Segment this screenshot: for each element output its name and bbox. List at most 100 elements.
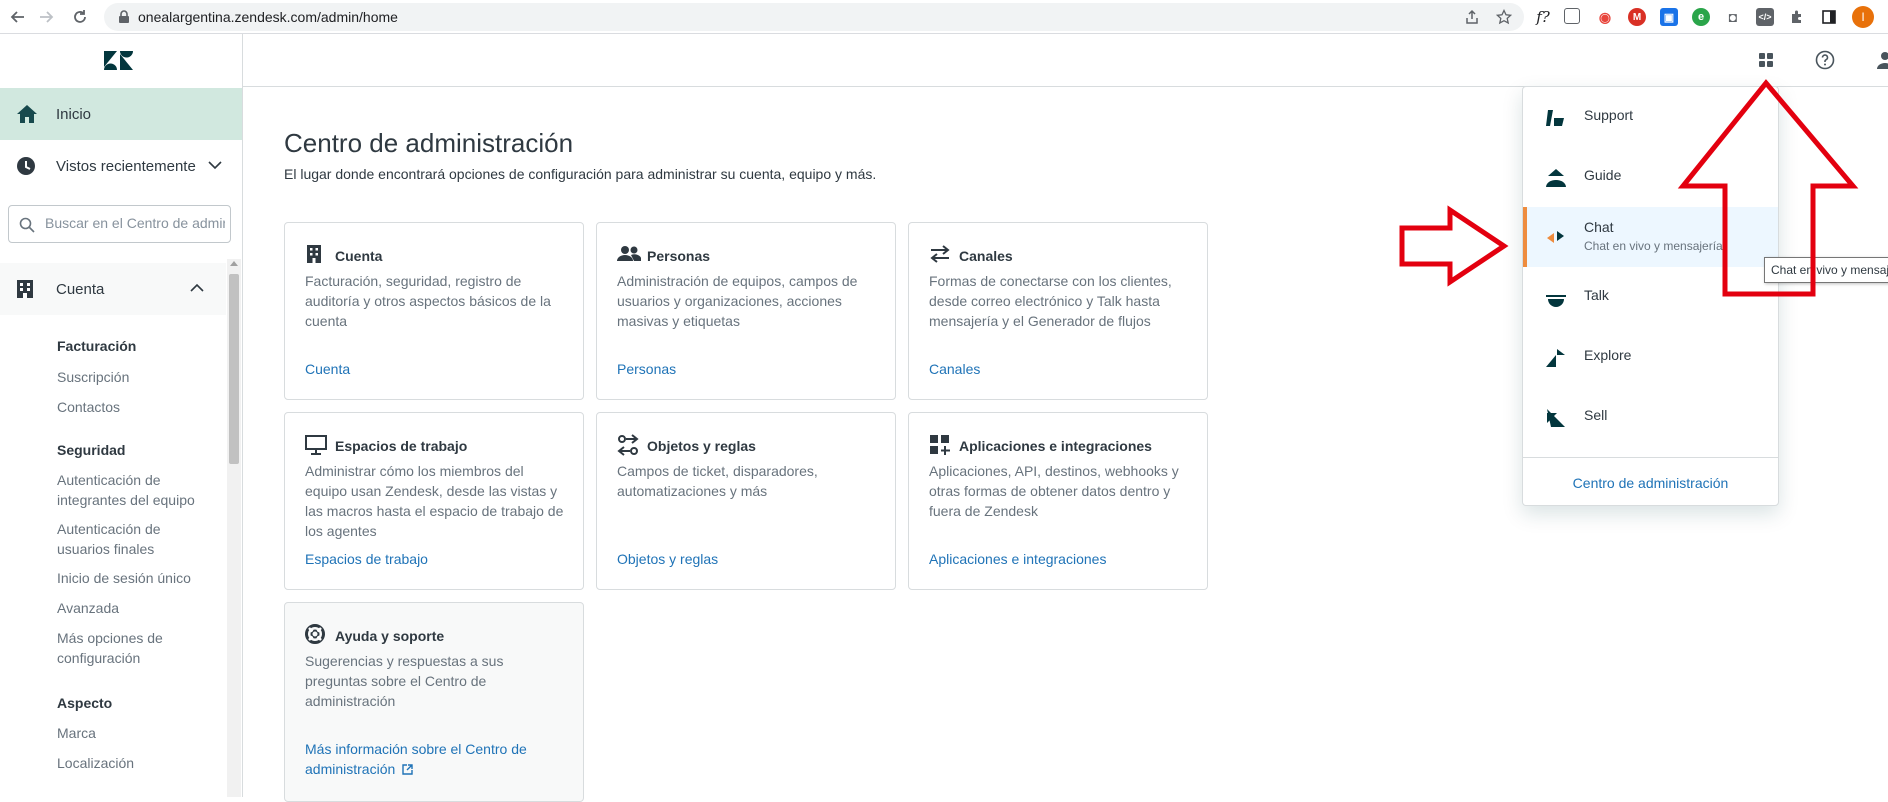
building-icon: [16, 279, 36, 299]
camera-extension-icon[interactable]: ◘: [1724, 8, 1742, 26]
objects-rules-icon: [617, 434, 639, 456]
tray-admin-center-link[interactable]: Centro de administración: [1523, 475, 1778, 491]
admin-search-field[interactable]: [8, 205, 231, 243]
sidebar-item-recent[interactable]: Vistos recientemente: [0, 140, 242, 192]
record-extension-icon[interactable]: ◉: [1596, 8, 1614, 26]
help-icon[interactable]: [1814, 49, 1836, 71]
card-channels: Canales Formas de conectarse con los cli…: [908, 222, 1208, 400]
card-link-text: Más información sobre el Centro de admin…: [305, 741, 527, 777]
puzzle-extensions-icon[interactable]: [1788, 8, 1806, 26]
sidebar-link-advanced[interactable]: Avanzada: [57, 598, 197, 618]
zendesk-logo-icon[interactable]: [104, 48, 134, 70]
subsection-heading: Aspecto: [57, 695, 113, 711]
card-title: Cuenta: [335, 248, 383, 264]
subsection-heading: Seguridad: [57, 442, 126, 458]
admin-sidebar: Inicio Vistos recientemente Cuenta Factu…: [0, 34, 243, 797]
arrows-exchange-icon: [929, 244, 951, 266]
blue-extension-icon[interactable]: ▣: [1660, 8, 1678, 26]
scroll-up-icon[interactable]: [230, 261, 238, 266]
sidebar-link-team-auth[interactable]: Autenticación de integrantes del equipo: [57, 470, 197, 510]
back-arrow-icon[interactable]: [8, 7, 28, 27]
evernote-extension-icon[interactable]: e: [1692, 8, 1710, 26]
card-description: Sugerencias y respuestas a sus preguntas…: [305, 653, 504, 709]
card-title: Ayuda y soporte: [335, 628, 445, 644]
people-icon: [617, 244, 641, 266]
card-description: Campos de ticket, disparadores, automati…: [617, 463, 818, 499]
card-help-support: Ayuda y soporte Sugerencias y respuestas…: [284, 602, 584, 802]
star-icon[interactable]: [1496, 9, 1512, 25]
search-icon: [19, 217, 35, 233]
screenshot-extension-icon[interactable]: [1564, 8, 1580, 24]
sidebar-link-sso[interactable]: Inicio de sesión único: [57, 568, 197, 588]
apps-grid-icon: [929, 434, 951, 456]
sidebar-link-subscription[interactable]: Suscripción: [57, 367, 197, 387]
tray-item-sell[interactable]: Sell: [1523, 387, 1778, 447]
sidebar-item-label: Inicio: [56, 105, 92, 123]
card-title: Canales: [959, 248, 1013, 264]
user-profile-icon[interactable]: [1874, 49, 1888, 71]
tray-item-label: Chat: [1584, 219, 1614, 235]
forward-arrow-icon[interactable]: [36, 7, 56, 27]
page-title: Centro de administración: [284, 128, 574, 158]
card-objects-rules: Objetos y reglas Campos de ticket, dispa…: [596, 412, 896, 590]
tray-item-label: Sell: [1584, 407, 1608, 423]
tray-item-sublabel: Chat en vivo y mensajería: [1584, 239, 1723, 253]
sidebar-item-label: Vistos recientemente: [56, 157, 196, 175]
card-description: Administración de equipos, campos de usu…: [617, 273, 858, 329]
sidebar-item-home[interactable]: Inicio: [0, 88, 242, 140]
product-tray-icon[interactable]: [1755, 49, 1777, 71]
sidebar-item-account[interactable]: Cuenta: [0, 263, 226, 315]
card-workspaces: Espacios de trabajo Administrar cómo los…: [284, 412, 584, 590]
subsection-heading: Facturación: [57, 338, 137, 354]
sidebar-link-localization[interactable]: Localización: [57, 753, 197, 773]
card-link-external[interactable]: Más información sobre el Centro de admin…: [305, 739, 567, 781]
chevron-down-icon: [208, 160, 222, 170]
mail-extension-icon[interactable]: M: [1628, 8, 1646, 26]
sidepanel-icon[interactable]: [1820, 8, 1838, 26]
explore-logo-icon: [1545, 347, 1567, 369]
tray-item-chat[interactable]: Chat Chat en vivo y mensajería: [1523, 207, 1778, 267]
tray-item-talk[interactable]: Talk: [1523, 267, 1778, 327]
tray-item-guide[interactable]: Guide: [1523, 147, 1778, 207]
support-logo-icon: [1545, 107, 1567, 129]
sidebar-link-enduser-auth[interactable]: Autenticación de usuarios finales: [57, 519, 197, 559]
card-link[interactable]: Personas: [617, 359, 879, 379]
tray-item-label: Support: [1584, 107, 1634, 123]
card-link[interactable]: Espacios de trabajo: [305, 549, 567, 569]
search-input[interactable]: [43, 214, 227, 232]
tray-item-support[interactable]: Support: [1523, 87, 1778, 147]
card-description: Aplicaciones, API, destinos, webhooks y …: [929, 463, 1179, 519]
address-bar[interactable]: onealargentina.zendesk.com/admin/home: [104, 3, 1524, 31]
reload-icon[interactable]: [70, 7, 90, 27]
sidebar-item-label: Cuenta: [56, 280, 105, 298]
card-account: Cuenta Facturación, seguridad, registro …: [284, 222, 584, 400]
card-link[interactable]: Cuenta: [305, 359, 567, 379]
profile-avatar[interactable]: I: [1852, 6, 1874, 28]
card-link[interactable]: Aplicaciones e integraciones: [929, 549, 1191, 569]
share-icon[interactable]: [1464, 9, 1480, 25]
card-description: Facturación, seguridad, registro de audi…: [305, 273, 551, 329]
card-title: Objetos y reglas: [647, 438, 756, 454]
tray-item-label: Guide: [1584, 167, 1622, 183]
sidebar-link-more-settings[interactable]: Más opciones de configuración: [57, 628, 197, 668]
lifebuoy-icon: [305, 624, 327, 646]
sidebar-link-contacts[interactable]: Contactos: [57, 397, 197, 417]
active-indicator: [1523, 207, 1527, 267]
external-link-icon: [402, 764, 413, 775]
sidebar-scrollbar-thumb[interactable]: [229, 274, 239, 464]
card-description: Administrar cómo los miembros del equipo…: [305, 463, 564, 539]
annotation-right-arrow-icon: [1399, 205, 1509, 287]
card-title: Aplicaciones e integraciones: [959, 438, 1152, 454]
card-people: Personas Administración de equipos, camp…: [596, 222, 896, 400]
formula-extension-icon[interactable]: f?: [1534, 8, 1552, 26]
code-extension-icon[interactable]: </>: [1756, 8, 1774, 26]
tray-item-explore[interactable]: Explore: [1523, 327, 1778, 387]
card-link[interactable]: Canales: [929, 359, 1191, 379]
tray-divider: [1523, 457, 1778, 458]
page-subtitle: El lugar donde encontrará opciones de co…: [284, 166, 877, 182]
chat-logo-icon: [1545, 227, 1567, 249]
sell-logo-icon: [1545, 407, 1567, 429]
card-link[interactable]: Objetos y reglas: [617, 549, 879, 569]
home-icon: [16, 104, 37, 124]
sidebar-link-brand[interactable]: Marca: [57, 723, 197, 743]
